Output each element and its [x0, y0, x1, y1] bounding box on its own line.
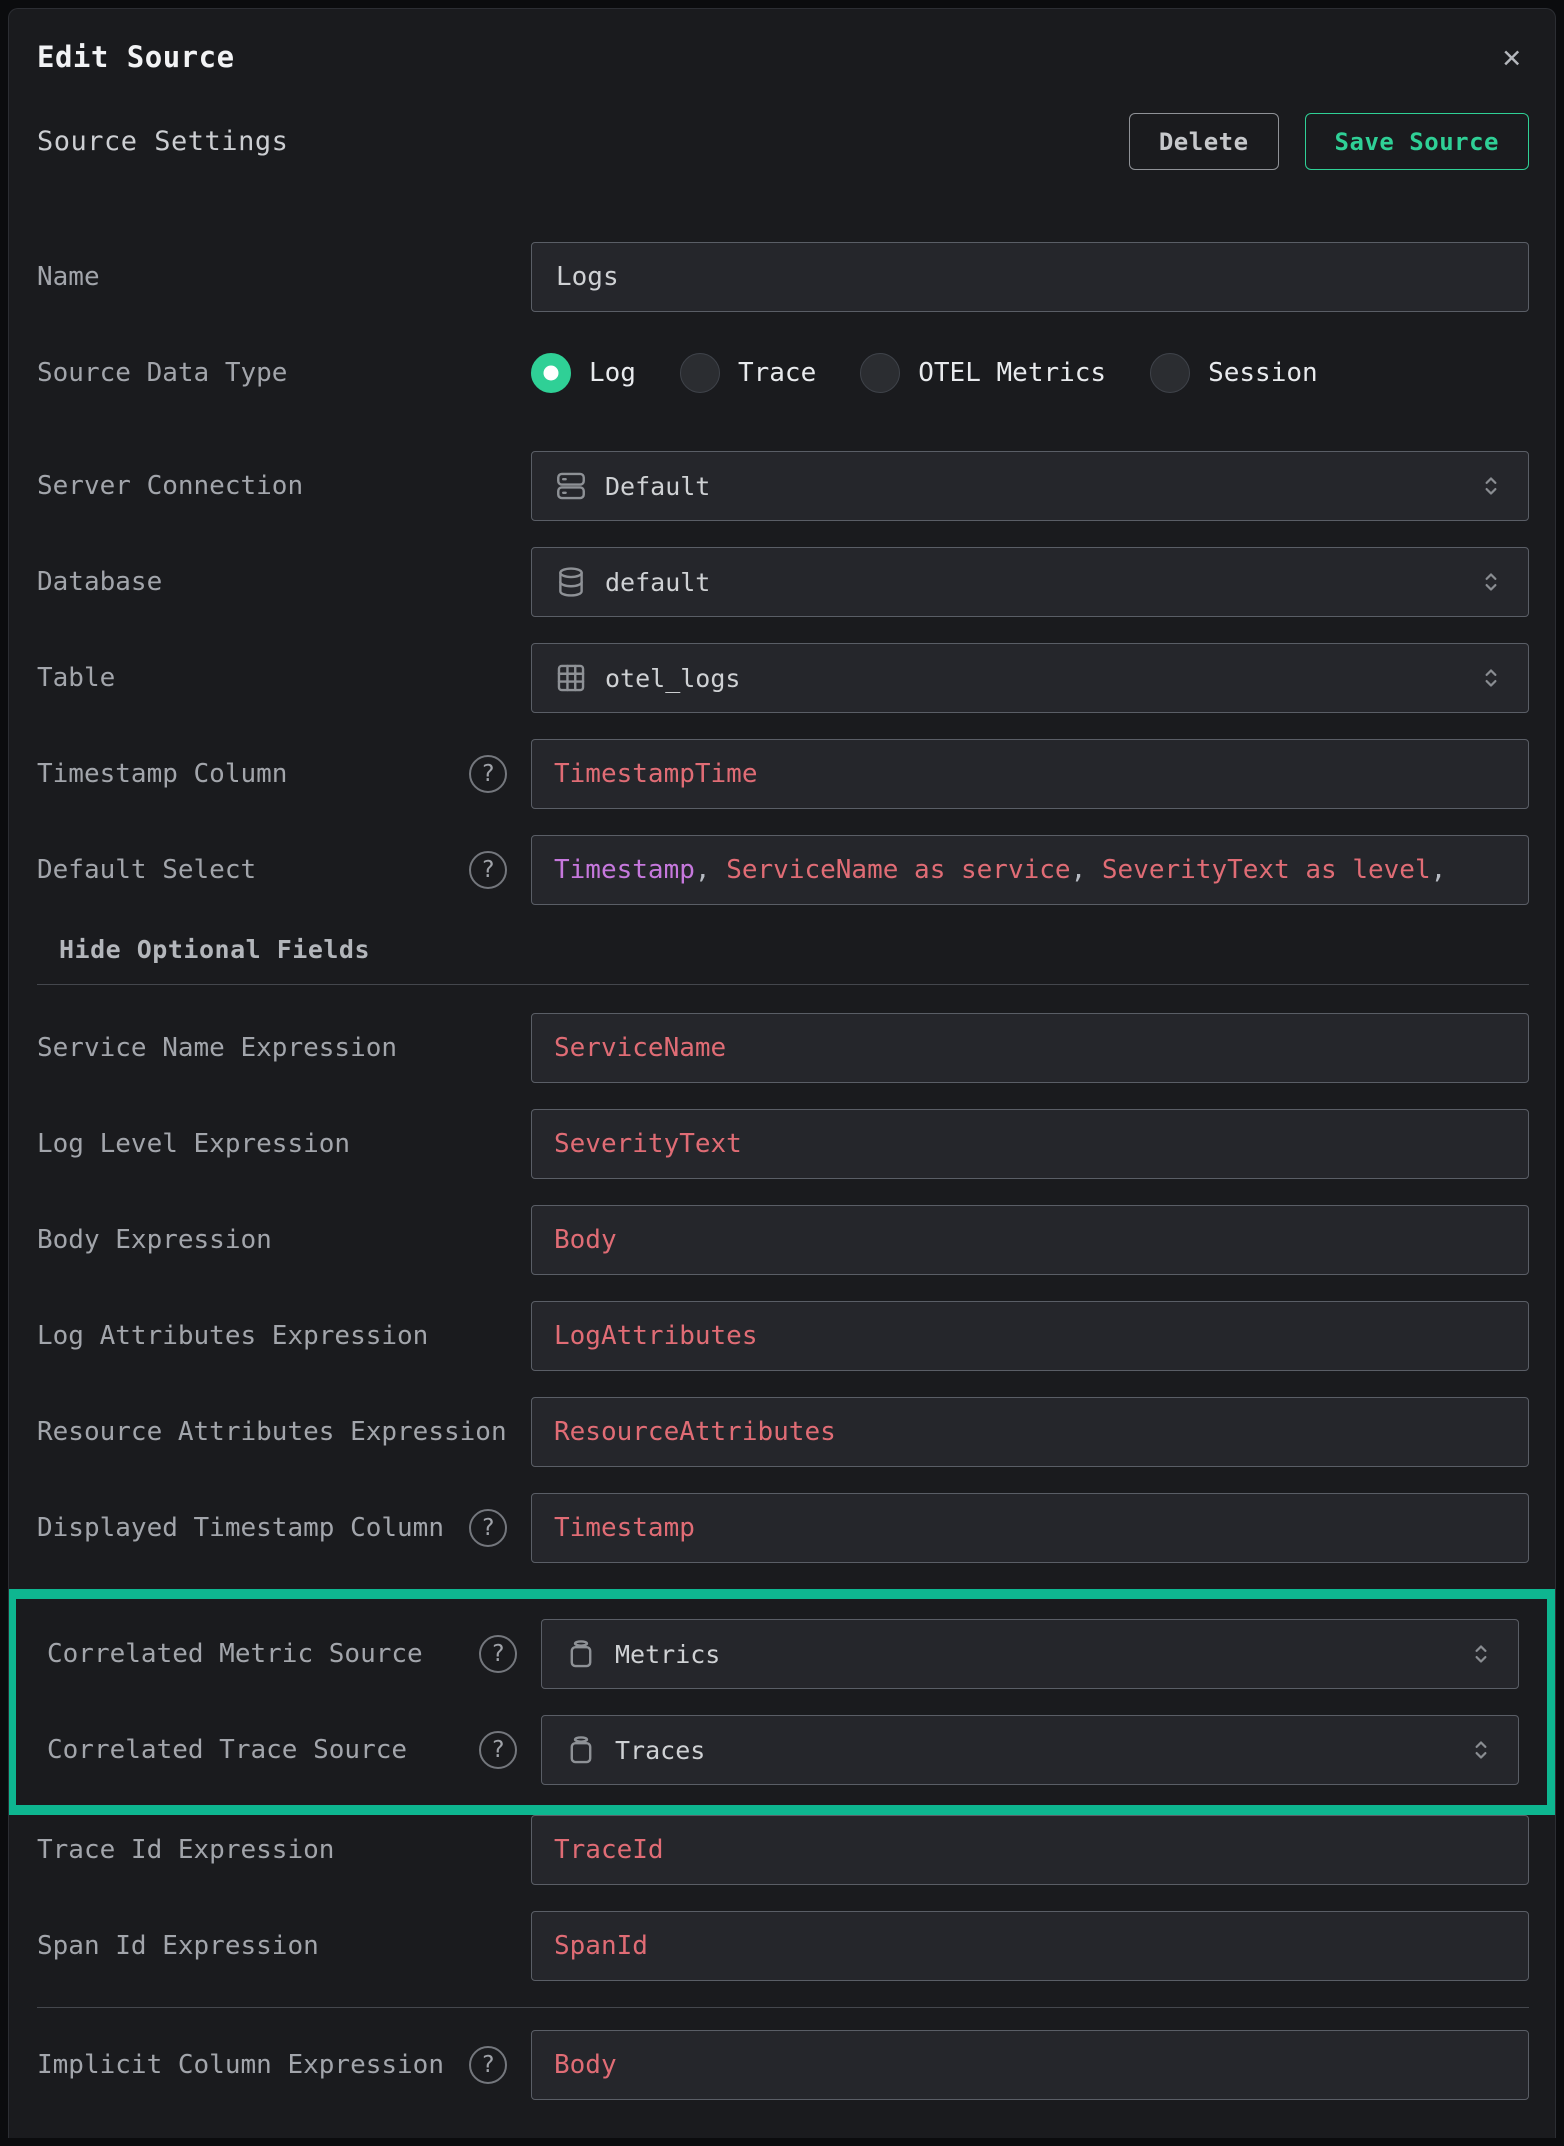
- name-input-wrapper: [531, 242, 1529, 312]
- source-data-type-label: Source Data Type: [37, 354, 287, 392]
- help-icon[interactable]: ?: [479, 1635, 517, 1673]
- table-label: Table: [37, 659, 115, 697]
- modal-title: Edit Source: [37, 37, 235, 77]
- modal-header: Edit Source ✕: [37, 37, 1529, 77]
- hide-optional-fields-toggle[interactable]: Hide Optional Fields: [59, 935, 370, 964]
- table-icon: [554, 661, 588, 695]
- radio-option-otel-metrics[interactable]: OTEL Metrics: [860, 353, 1106, 393]
- log-attributes-expression-input[interactable]: LogAttributes: [531, 1301, 1529, 1371]
- service-name-expression-input[interactable]: ServiceName: [531, 1013, 1529, 1083]
- chevron-updown-icon: [1476, 471, 1506, 501]
- settings-bar: Source Settings Delete Save Source: [37, 113, 1529, 170]
- radio-circle-selected-icon: [531, 353, 571, 393]
- field-row-name: Name: [37, 242, 1529, 312]
- help-icon[interactable]: ?: [469, 1509, 507, 1547]
- chevron-updown-icon: [1476, 663, 1506, 693]
- correlated-trace-source-label: Correlated Trace Source: [47, 1731, 407, 1769]
- name-input[interactable]: [554, 261, 1506, 293]
- log-level-expression-input[interactable]: SeverityText: [531, 1109, 1529, 1179]
- close-icon[interactable]: ✕: [1494, 37, 1529, 77]
- timestamp-column-label: Timestamp Column: [37, 755, 287, 793]
- displayed-timestamp-column-label: Displayed Timestamp Column: [37, 1509, 444, 1547]
- server-connection-select[interactable]: Default: [531, 451, 1529, 521]
- radio-circle-icon: [860, 353, 900, 393]
- body-expression-label: Body Expression: [37, 1221, 272, 1259]
- timestamp-column-input[interactable]: TimestampTime: [531, 739, 1529, 809]
- trace-id-expression-input[interactable]: TraceId: [531, 1815, 1529, 1885]
- field-row-trace-id-expression: Trace Id Expression TraceId: [37, 1815, 1529, 1885]
- body-expression-input[interactable]: Body: [531, 1205, 1529, 1275]
- field-row-log-attributes-expression: Log Attributes Expression LogAttributes: [37, 1301, 1529, 1371]
- field-row-resource-attributes-expression: Resource Attributes Expression ResourceA…: [37, 1397, 1529, 1467]
- source-icon: [564, 1637, 598, 1671]
- radio-circle-icon: [1150, 353, 1190, 393]
- span-id-expression-label: Span Id Expression: [37, 1927, 319, 1965]
- table-select[interactable]: otel_logs: [531, 643, 1529, 713]
- displayed-timestamp-column-input[interactable]: Timestamp: [531, 1493, 1529, 1563]
- divider: [37, 984, 1529, 985]
- field-row-timestamp-column: Timestamp Column ? TimestampTime: [37, 739, 1529, 809]
- source-data-type-radio-group: Log Trace OTEL Metrics Session: [531, 353, 1529, 393]
- delete-button[interactable]: Delete: [1129, 113, 1279, 170]
- database-select[interactable]: default: [531, 547, 1529, 617]
- implicit-column-expression-input[interactable]: Body: [531, 2030, 1529, 2100]
- radio-circle-icon: [680, 353, 720, 393]
- radio-option-session[interactable]: Session: [1150, 353, 1318, 393]
- field-row-span-id-expression: Span Id Expression SpanId: [37, 1911, 1529, 1981]
- field-row-correlated-metric-source: Correlated Metric Source ? Metrics: [47, 1619, 1519, 1689]
- correlated-trace-source-select[interactable]: Traces: [541, 1715, 1519, 1785]
- field-row-default-select: Default Select ? Timestamp, ServiceName …: [37, 835, 1529, 905]
- correlated-metric-source-label: Correlated Metric Source: [47, 1635, 423, 1673]
- radio-option-trace[interactable]: Trace: [680, 353, 816, 393]
- chevron-updown-icon: [1466, 1639, 1496, 1669]
- field-row-service-name-expression: Service Name Expression ServiceName: [37, 1013, 1529, 1083]
- field-row-log-level-expression: Log Level Expression SeverityText: [37, 1109, 1529, 1179]
- section-title: Source Settings: [37, 126, 288, 157]
- help-icon[interactable]: ?: [469, 2046, 507, 2084]
- server-connection-label: Server Connection: [37, 467, 303, 505]
- field-row-implicit-column-expression: Implicit Column Expression ? Body: [37, 2030, 1529, 2100]
- resource-attributes-expression-input[interactable]: ResourceAttributes: [531, 1397, 1529, 1467]
- trace-id-expression-label: Trace Id Expression: [37, 1831, 334, 1869]
- field-row-body-expression: Body Expression Body: [37, 1205, 1529, 1275]
- correlated-sources-highlight: Correlated Metric Source ? Metrics Corre…: [8, 1589, 1556, 1815]
- help-icon[interactable]: ?: [469, 755, 507, 793]
- default-select-label: Default Select: [37, 851, 256, 889]
- edit-source-modal: Edit Source ✕ Source Settings Delete Sav…: [8, 8, 1556, 2138]
- action-buttons: Delete Save Source: [1129, 113, 1529, 170]
- name-label: Name: [37, 258, 100, 296]
- resource-attributes-expression-label: Resource Attributes Expression: [37, 1413, 507, 1451]
- implicit-column-expression-label: Implicit Column Expression: [37, 2046, 444, 2084]
- correlated-metric-source-select[interactable]: Metrics: [541, 1619, 1519, 1689]
- log-level-expression-label: Log Level Expression: [37, 1125, 350, 1163]
- log-attributes-expression-label: Log Attributes Expression: [37, 1317, 428, 1355]
- chevron-updown-icon: [1466, 1735, 1496, 1765]
- database-label: Database: [37, 563, 162, 601]
- radio-option-log[interactable]: Log: [531, 353, 636, 393]
- field-row-table: Table otel_logs: [37, 643, 1529, 713]
- field-row-database: Database default: [37, 547, 1529, 617]
- field-row-server-connection: Server Connection Default: [37, 451, 1529, 521]
- help-icon[interactable]: ?: [479, 1731, 517, 1769]
- database-icon: [554, 565, 588, 599]
- save-source-button[interactable]: Save Source: [1305, 113, 1529, 170]
- field-row-displayed-timestamp-column: Displayed Timestamp Column ? Timestamp: [37, 1493, 1529, 1563]
- help-icon[interactable]: ?: [469, 851, 507, 889]
- source-icon: [564, 1733, 598, 1767]
- divider: [37, 2007, 1529, 2008]
- server-icon: [554, 469, 588, 503]
- field-row-source-data-type: Source Data Type Log Trace OTEL Metrics …: [37, 338, 1529, 408]
- default-select-input[interactable]: Timestamp, ServiceName as service, Sever…: [531, 835, 1529, 905]
- span-id-expression-input[interactable]: SpanId: [531, 1911, 1529, 1981]
- field-row-correlated-trace-source: Correlated Trace Source ? Traces: [47, 1715, 1519, 1785]
- optional-fields-section: Hide Optional Fields: [37, 935, 1529, 985]
- chevron-updown-icon: [1476, 567, 1506, 597]
- service-name-expression-label: Service Name Expression: [37, 1029, 397, 1067]
